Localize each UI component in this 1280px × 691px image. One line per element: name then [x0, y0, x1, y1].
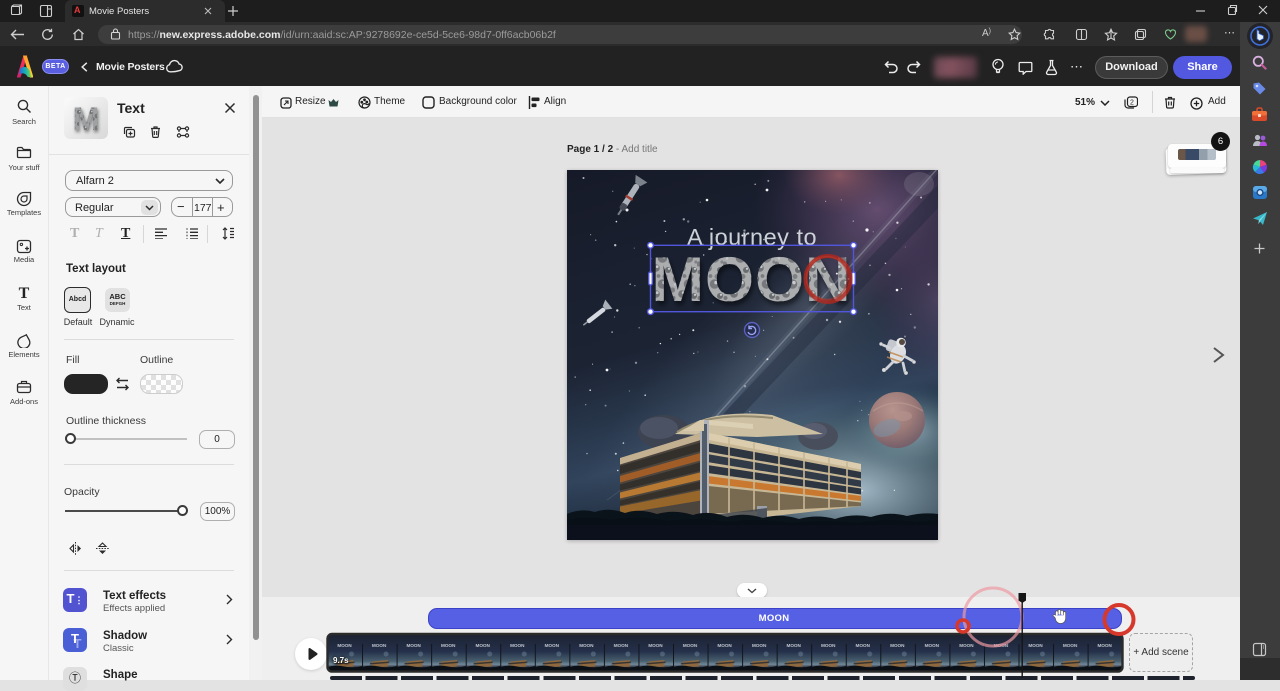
- svg-text:2: 2: [1130, 100, 1134, 107]
- svg-text:M: M: [73, 101, 100, 137]
